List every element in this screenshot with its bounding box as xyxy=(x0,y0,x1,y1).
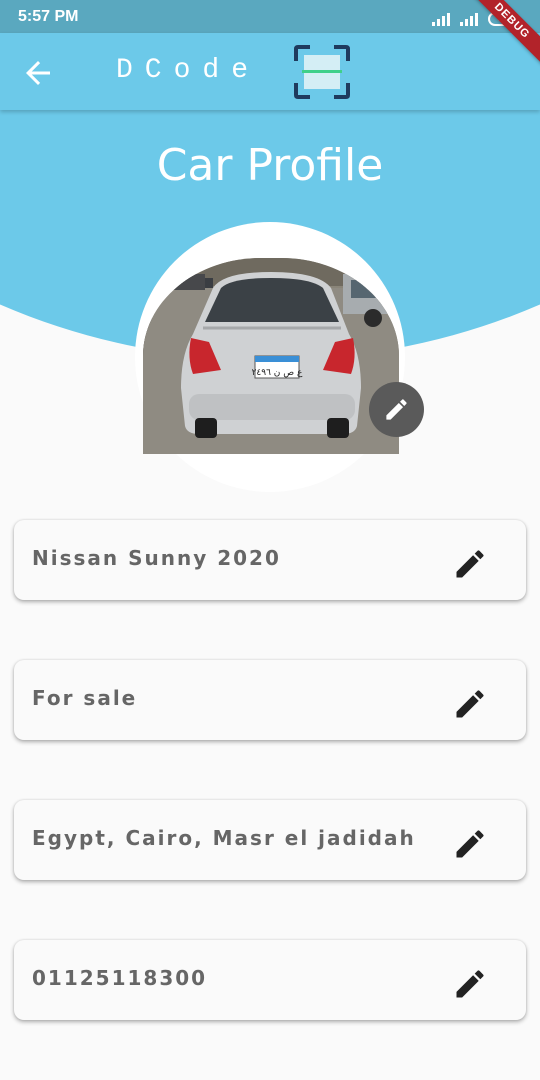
pencil-icon xyxy=(456,830,484,858)
car-photo[interactable]: ع ص ن ٢٤٩٦ xyxy=(143,258,399,454)
pencil-icon xyxy=(456,970,484,998)
field-value-status: For sale xyxy=(32,686,138,710)
signal-icon xyxy=(432,12,450,26)
field-card-model: Nissan Sunny 2020 xyxy=(14,520,526,600)
signal-icon xyxy=(460,12,478,26)
field-value-model: Nissan Sunny 2020 xyxy=(32,546,281,570)
status-time: 5:57 PM xyxy=(18,8,79,25)
edit-location-button[interactable] xyxy=(452,826,488,862)
pencil-icon xyxy=(456,550,484,578)
app-bar: DCode xyxy=(0,33,540,110)
photo-edit-button[interactable] xyxy=(369,382,424,437)
status-bar: 5:57 PM 80 xyxy=(0,0,540,33)
barcode-scan-icon xyxy=(294,45,350,99)
field-value-phone: 01125118300 xyxy=(32,966,208,990)
license-plate-text: ع ص ن ٢٤٩٦ xyxy=(252,368,303,378)
brand-name: DCode xyxy=(116,55,261,86)
arrow-back-icon xyxy=(26,61,50,85)
edit-phone-button[interactable] xyxy=(452,966,488,1002)
field-value-location: Egypt, Cairo, Masr el jadidah xyxy=(32,826,416,850)
field-card-status: For sale xyxy=(14,660,526,740)
back-button[interactable] xyxy=(20,55,56,91)
field-card-phone: 01125118300 xyxy=(14,940,526,1020)
pencil-icon xyxy=(386,399,407,420)
pencil-icon xyxy=(456,690,484,718)
field-card-location: Egypt, Cairo, Masr el jadidah xyxy=(14,800,526,880)
edit-status-button[interactable] xyxy=(452,686,488,722)
page-title: Car Profile xyxy=(156,140,384,191)
edit-model-button[interactable] xyxy=(452,546,488,582)
